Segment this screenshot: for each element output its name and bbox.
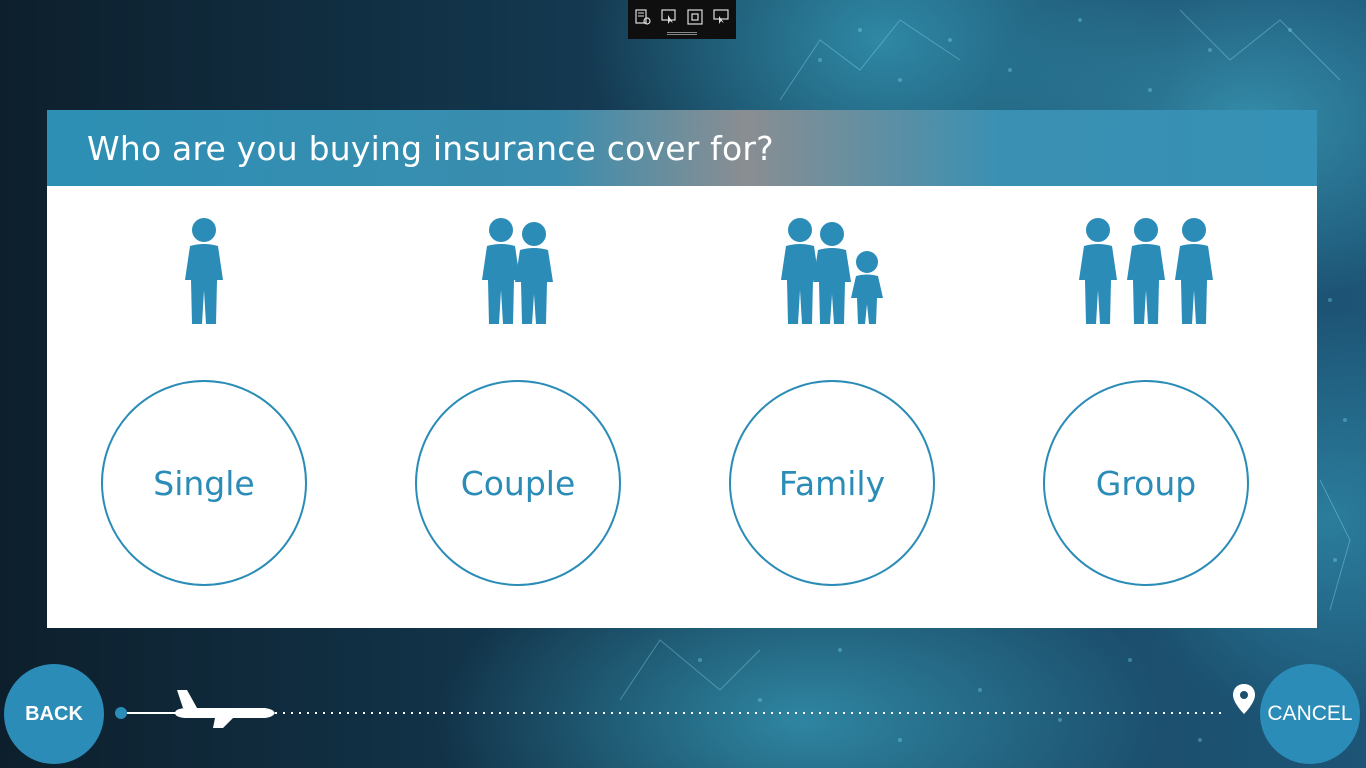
progress-start-dot [115,707,127,719]
option-group: Group [1041,216,1251,588]
group-button[interactable]: Group [1043,380,1249,586]
option-family: Family [727,216,937,588]
question-card: Who are you buying insurance cover for? … [47,110,1317,628]
question-title: Who are you buying insurance cover for? [87,128,774,168]
screen-pointer-icon[interactable] [711,7,731,27]
group-icon [1074,216,1218,326]
single-button[interactable]: Single [101,380,307,586]
couple-button[interactable]: Couple [415,380,621,586]
back-button[interactable]: BACK [4,664,104,764]
single-label: Single [153,463,255,503]
family-icon [778,216,886,326]
couple-label: Couple [460,463,576,503]
progress-track [115,684,1255,728]
destination-pin-icon [1233,684,1255,714]
option-couple: Couple [413,216,623,588]
frame-icon[interactable] [685,7,705,27]
floating-toolbar [628,0,736,39]
group-label: Group [1095,463,1197,503]
settings-page-icon[interactable] [633,7,653,27]
couple-icon [477,216,559,326]
toolbar-drag-handle[interactable] [667,32,697,35]
cancel-button[interactable]: CANCEL [1260,664,1360,764]
airplane-icon [175,690,275,728]
single-person-icon [179,216,229,326]
option-single: Single [99,216,309,588]
pointer-select-icon[interactable] [659,7,679,27]
question-header: Who are you buying insurance cover for? [47,110,1317,186]
family-button[interactable]: Family [729,380,935,586]
family-label: Family [778,463,886,503]
